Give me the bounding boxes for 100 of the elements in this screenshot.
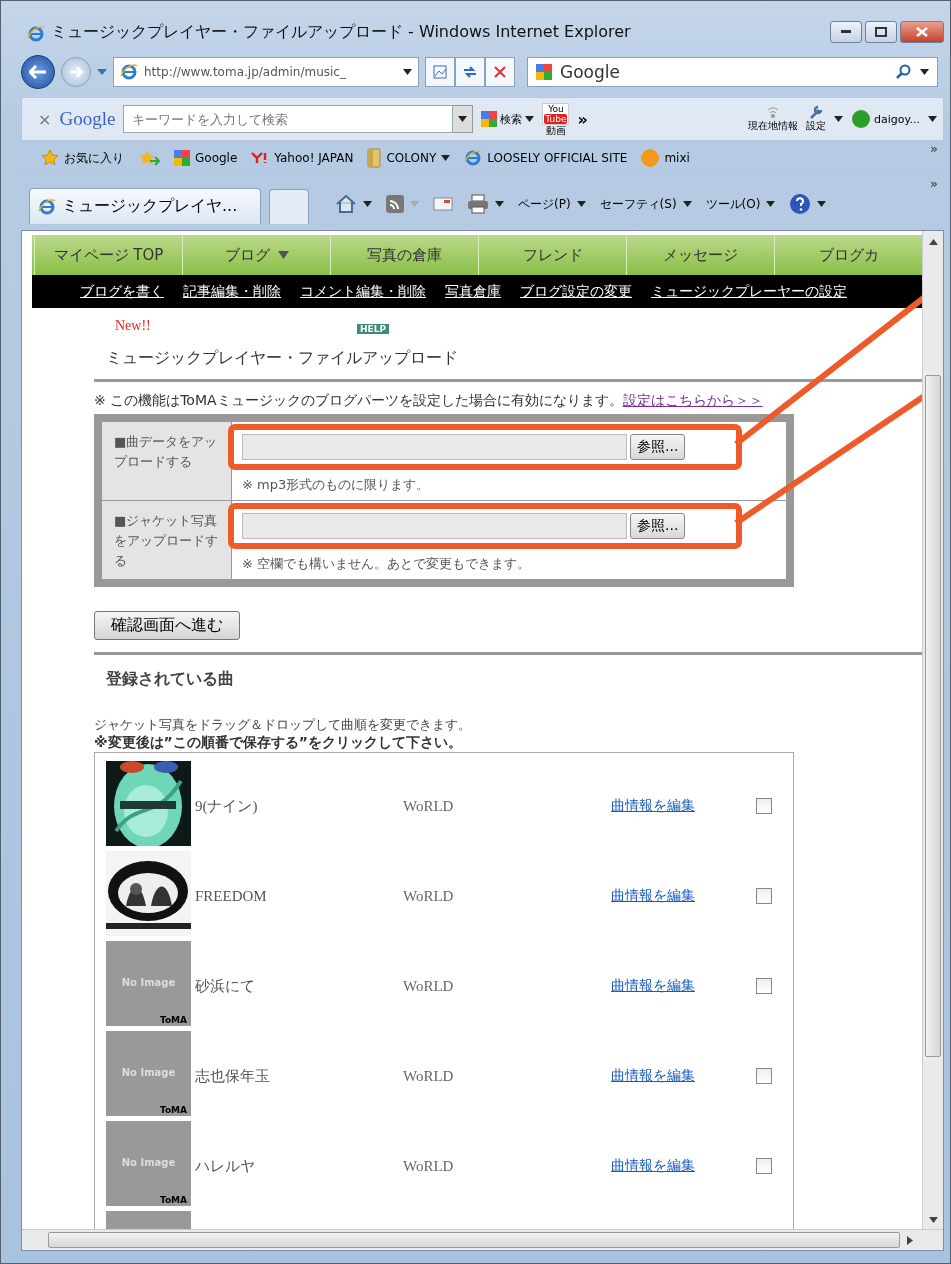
caret-icon[interactable] xyxy=(441,155,451,161)
address-field[interactable]: http://www.toma.jp/admin/music_ xyxy=(113,57,419,87)
ie-icon xyxy=(38,197,56,216)
checkbox[interactable] xyxy=(756,1068,772,1084)
up-arrow-icon[interactable] xyxy=(928,239,938,245)
page-heading: ミュージックプレイヤー・ファイルアップロード xyxy=(105,347,459,369)
edit-link[interactable]: 曲情報を編集 xyxy=(611,887,756,905)
browser-tab[interactable]: ミュージックプレイヤ... xyxy=(29,188,261,224)
field-hint: ※ 空欄でも構いません。あとで変更もできます。 xyxy=(242,555,532,573)
settings-link[interactable]: 設定はこちらから＞＞ xyxy=(622,392,763,408)
ie-icon xyxy=(27,25,45,43)
caret-icon[interactable] xyxy=(525,116,535,122)
window-title: ミュージックプレイヤー・ファイルアップロード - Windows Internet Explorer xyxy=(51,22,632,43)
favorite-link[interactable]: LOOSELY OFFICIAL SITE xyxy=(464,149,628,167)
more-button[interactable]: » xyxy=(930,141,938,156)
nav-link[interactable]: ミュージックプレーヤーの設定 xyxy=(651,282,847,301)
down-arrow-icon[interactable] xyxy=(928,1217,938,1223)
print-icon[interactable] xyxy=(467,194,489,214)
checkbox[interactable] xyxy=(756,798,772,814)
no-image-placeholder: No Image ToMA xyxy=(106,1121,191,1206)
mail-icon[interactable] xyxy=(433,197,453,211)
favorite-link[interactable]: mixi xyxy=(641,149,690,167)
help-icon[interactable] xyxy=(789,193,812,215)
more-button[interactable]: » xyxy=(930,176,938,191)
favorite-link[interactable]: Google xyxy=(174,150,238,166)
caret-icon[interactable] xyxy=(928,116,937,122)
wrench-icon xyxy=(808,105,825,119)
favorite-link[interactable]: COLONY xyxy=(367,148,451,168)
song-title: 砂浜にて xyxy=(194,976,256,996)
caret-icon[interactable] xyxy=(682,201,692,207)
favorites-button[interactable]: お気に入り xyxy=(41,149,124,167)
confirm-button[interactable]: 確認画面へ進む xyxy=(94,611,240,640)
google-icon xyxy=(174,150,190,166)
browse-button[interactable]: 参照... xyxy=(630,513,686,539)
edit-link[interactable]: 曲情報を編集 xyxy=(611,977,756,995)
search-button[interactable]: 検索 xyxy=(481,111,535,127)
feature-note: ※ この機能はToMAミュージックのブログパーツを設定した場合に有効になります。設定はこちらから＞＞ xyxy=(94,392,764,410)
caret-icon[interactable] xyxy=(403,69,412,75)
nav-link[interactable]: 記事編集・削除 xyxy=(183,282,281,301)
close-toolbar-button[interactable]: × xyxy=(38,109,52,129)
checkbox[interactable] xyxy=(756,888,772,904)
caret-icon[interactable] xyxy=(920,69,929,75)
minimize-icon xyxy=(841,30,851,34)
close-button[interactable] xyxy=(900,21,944,43)
help-badge[interactable]: HELP xyxy=(357,324,389,334)
menu-button[interactable]: ページ(P) xyxy=(518,195,586,213)
nav-link[interactable]: コメント編集・削除 xyxy=(300,282,426,301)
field-label: ■曲データをアップロードする xyxy=(102,422,232,500)
page-icon xyxy=(464,149,483,167)
minimize-button[interactable] xyxy=(830,21,862,43)
horizontal-scrollbar[interactable] xyxy=(22,1229,943,1250)
caret-icon[interactable] xyxy=(576,201,586,207)
forward-arrow-icon xyxy=(69,66,83,78)
checkbox[interactable] xyxy=(756,1158,772,1174)
back-button[interactable] xyxy=(21,55,55,89)
home-icon[interactable] xyxy=(335,194,357,214)
location-button[interactable]: 現在地情報 xyxy=(748,105,799,133)
dropdown-button[interactable] xyxy=(453,105,474,133)
caret-icon[interactable] xyxy=(834,116,844,122)
menu-button[interactable]: セーフティ(S) xyxy=(599,195,692,213)
artist-name: WoRLD xyxy=(403,1067,455,1085)
edit-link[interactable]: 曲情報を編集 xyxy=(611,1067,756,1085)
nav-link[interactable]: ブログを書く xyxy=(80,282,164,301)
vertical-scrollbar[interactable] xyxy=(922,231,943,1229)
search-field[interactable]: Google xyxy=(527,57,938,87)
account-button[interactable]: daigoy... xyxy=(851,109,920,129)
caret-icon[interactable] xyxy=(817,201,827,207)
song-title: 志也保年玉 xyxy=(194,1066,271,1086)
nav-link[interactable]: ブログ設定の変更 xyxy=(520,282,632,301)
search-icon[interactable] xyxy=(896,64,912,80)
file-field[interactable] xyxy=(242,513,627,539)
nav-link[interactable]: 写真倉庫 xyxy=(445,282,501,301)
caret-icon[interactable] xyxy=(363,201,372,207)
favorite-link[interactable]: Yahoo! JAPAN xyxy=(251,151,354,165)
chart-icon xyxy=(432,64,448,80)
edit-link[interactable]: 曲情報を編集 xyxy=(611,797,756,815)
artist-name: WoRLD xyxy=(403,887,455,905)
maximize-button[interactable] xyxy=(865,21,897,43)
no-image-placeholder: No Image ToMA xyxy=(106,941,191,1026)
menu-button[interactable]: ツール(O) xyxy=(705,195,776,213)
google-logo: Google xyxy=(59,108,116,130)
caret-icon[interactable] xyxy=(495,201,504,207)
caret-icon xyxy=(458,116,468,122)
right-arrow-icon[interactable] xyxy=(907,1235,913,1245)
caret-icon[interactable] xyxy=(766,201,776,207)
song-title: FREEDOM xyxy=(194,887,268,905)
feed-icon[interactable] xyxy=(386,195,404,213)
refresh-icon xyxy=(462,64,478,80)
refresh-button[interactable] xyxy=(455,57,485,87)
browse-button[interactable]: 参照... xyxy=(630,434,686,460)
signal-icon xyxy=(766,105,781,119)
file-field[interactable] xyxy=(242,434,627,460)
search-field[interactable]: キーワードを入力して検索 xyxy=(123,105,454,133)
edit-link[interactable]: 曲情報を編集 xyxy=(611,1157,756,1175)
settings-button[interactable]: 設定 xyxy=(806,105,827,133)
section-heading: 登録されている曲 xyxy=(105,668,235,690)
more-button[interactable]: » xyxy=(577,109,588,129)
stop-button[interactable] xyxy=(485,57,515,87)
no-image-placeholder: No Image ToMA xyxy=(106,1031,191,1116)
checkbox[interactable] xyxy=(756,978,772,994)
